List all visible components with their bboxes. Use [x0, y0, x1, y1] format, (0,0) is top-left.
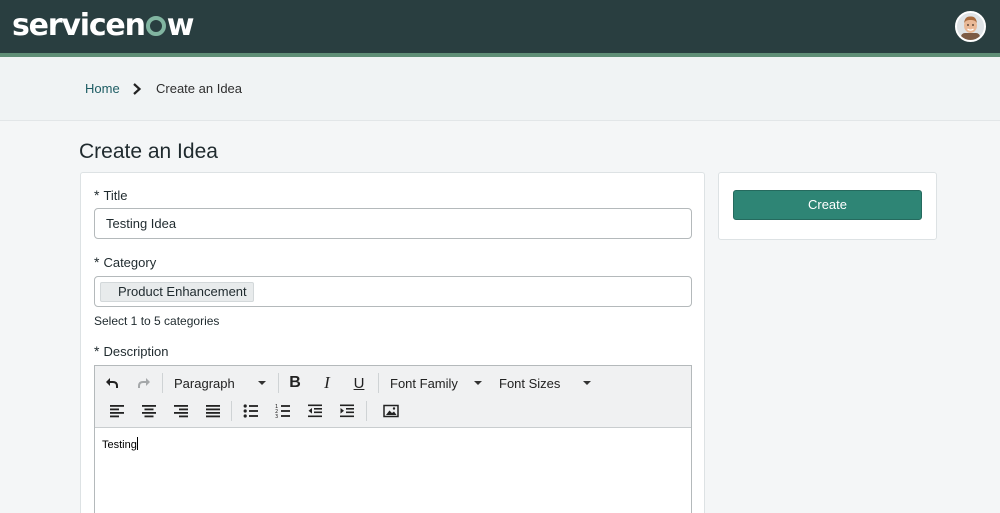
bold-icon[interactable]: B — [282, 371, 308, 395]
toolbar-row-2: 123 — [95, 397, 691, 425]
toolbar-separator — [231, 401, 232, 421]
align-left-icon[interactable] — [104, 399, 130, 423]
editor-toolbar: Paragraph B I U Font Family Font Sizes 1… — [95, 366, 691, 428]
rich-text-editor: Paragraph B I U Font Family Font Sizes 1… — [94, 365, 692, 513]
category-label-text: Category — [103, 255, 157, 270]
font-family-value: Font Family — [390, 375, 458, 391]
editor-content-area[interactable]: Testing — [95, 428, 691, 513]
breadcrumb-current: Create an Idea — [156, 81, 243, 96]
title-input[interactable] — [94, 208, 692, 239]
underline-icon[interactable]: U — [346, 371, 372, 395]
insert-image-icon[interactable] — [378, 399, 404, 423]
top-header: servicen w — [0, 0, 1000, 53]
toolbar-separator — [162, 373, 163, 393]
caret-down-icon — [474, 381, 482, 385]
font-family-dropdown[interactable]: Font Family — [390, 371, 484, 395]
description-label: * Description — [94, 343, 168, 360]
logo-o-mark — [145, 16, 166, 36]
category-select[interactable]: Product Enhancement — [94, 276, 692, 307]
required-marker: * — [94, 254, 100, 270]
logo-text-start: servicen — [12, 8, 146, 43]
toolbar-row-1: Paragraph B I U Font Family Font Sizes — [95, 369, 691, 397]
svg-text:3: 3 — [275, 414, 278, 418]
toolbar-separator — [378, 373, 379, 393]
paragraph-format-value: Paragraph — [174, 375, 235, 391]
redo-icon[interactable] — [131, 371, 157, 395]
user-avatar-icon[interactable] — [955, 11, 986, 42]
undo-icon[interactable] — [99, 371, 125, 395]
text-cursor — [136, 437, 138, 450]
bullet-list-icon[interactable] — [238, 399, 264, 423]
toolbar-separator — [366, 401, 367, 421]
caret-down-icon — [258, 381, 266, 385]
logo-text-end: w — [166, 8, 195, 43]
title-label: * Title — [94, 187, 128, 204]
indent-icon[interactable] — [334, 399, 360, 423]
align-center-icon[interactable] — [136, 399, 162, 423]
title-label-text: Title — [103, 188, 128, 203]
idea-form-panel: *Title *Category Product Enhancement Sel… — [80, 172, 705, 513]
action-panel: Create — [718, 172, 937, 240]
numbered-list-icon[interactable]: 123 — [270, 399, 296, 423]
caret-down-icon — [583, 381, 591, 385]
font-size-dropdown[interactable]: Font Sizes — [499, 371, 593, 395]
align-justify-icon[interactable] — [200, 399, 226, 423]
italic-icon[interactable]: I — [314, 371, 340, 395]
align-right-icon[interactable] — [168, 399, 194, 423]
font-size-value: Font Sizes — [499, 375, 561, 391]
toolbar-separator — [278, 373, 279, 393]
create-button[interactable]: Create — [733, 190, 922, 220]
category-tag[interactable]: Product Enhancement — [100, 282, 254, 302]
outdent-icon[interactable] — [302, 399, 328, 423]
required-marker: * — [94, 187, 100, 203]
page-title: Create an Idea — [79, 140, 218, 163]
breadcrumb: Home Create an Idea — [0, 57, 1000, 121]
breadcrumb-home-link[interactable]: Home — [85, 81, 120, 97]
required-marker: * — [94, 343, 100, 359]
paragraph-format-dropdown[interactable]: Paragraph — [174, 371, 270, 395]
category-hint: Select 1 to 5 categories — [94, 314, 220, 328]
category-label: * Category — [94, 254, 156, 271]
description-label-text: Description — [103, 344, 169, 359]
servicenow-logo[interactable]: servicen w — [12, 8, 195, 44]
editor-content-text: Testing — [102, 439, 137, 451]
chevron-right-icon — [131, 81, 143, 97]
